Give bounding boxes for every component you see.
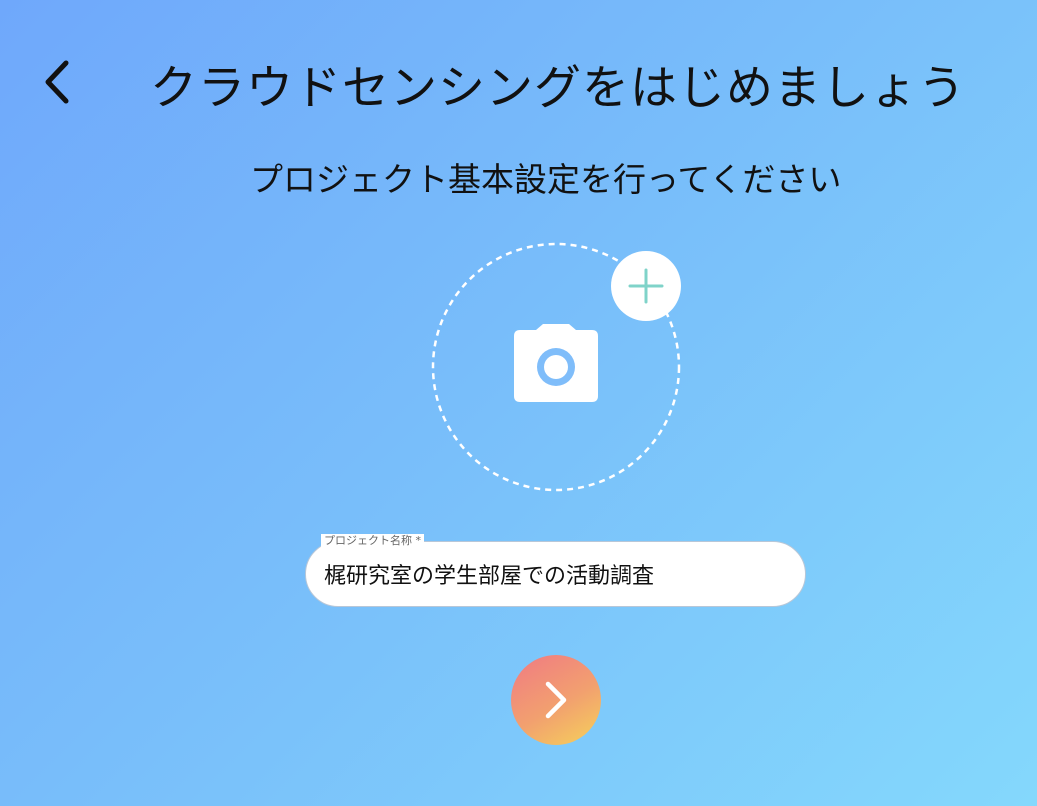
chevron-left-icon [45,60,69,104]
page-title: クラウドセンシングをはじめましょう [150,61,966,116]
plus-icon [628,268,664,304]
project-name-label: プロジェクト名称 * [321,534,424,548]
chevron-right-icon [545,681,567,719]
page-subtitle: プロジェクト基本設定を行ってください [250,160,842,199]
camera-icon [514,324,598,402]
project-name-input[interactable] [305,541,806,607]
project-image-picker[interactable] [431,242,681,492]
next-button[interactable] [511,655,601,745]
project-name-field: プロジェクト名称 * [305,534,806,607]
back-button[interactable] [32,56,82,108]
add-image-button[interactable] [611,251,681,321]
